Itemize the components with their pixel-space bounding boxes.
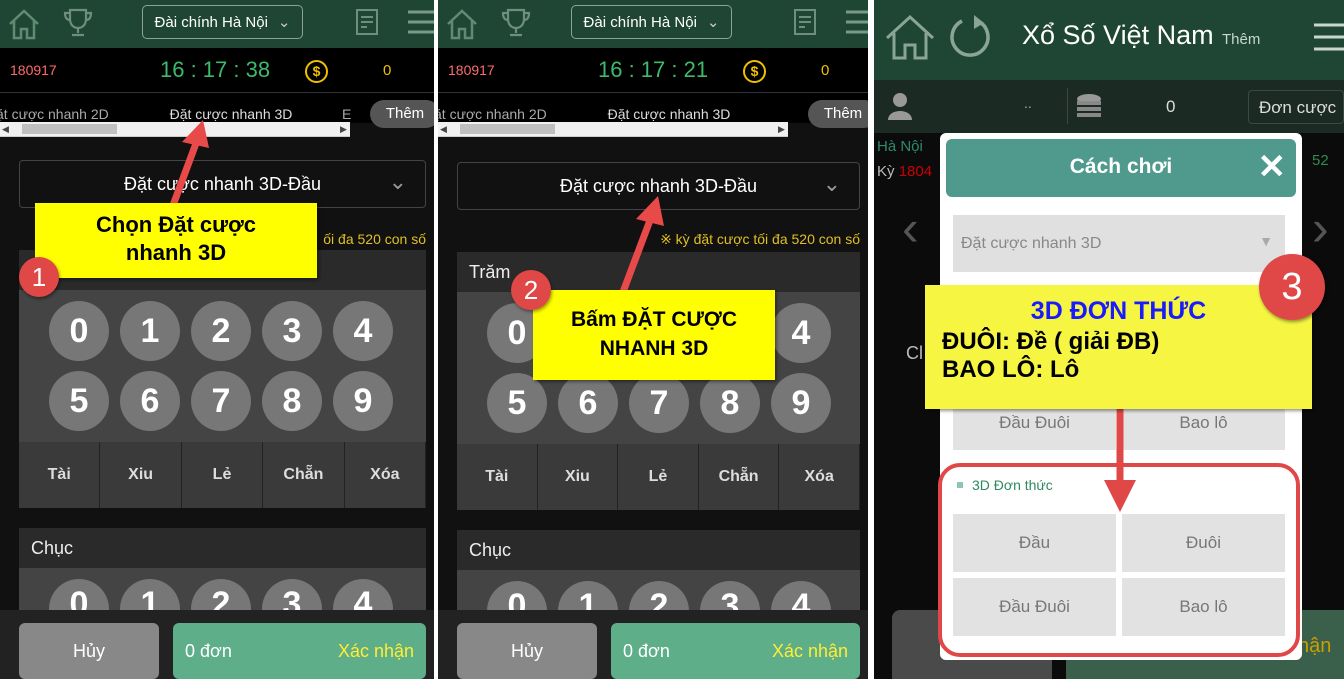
step3-screen: Xổ Số Việt Nam Thêm .. 0 Đơn cược Hà Nội… — [874, 0, 1344, 679]
arrowhead-icon — [182, 120, 209, 148]
callout-line: BAO LÔ: Lô — [942, 356, 1080, 383]
step-badge: 3 — [1259, 254, 1325, 320]
arrowhead-icon — [636, 196, 664, 226]
callout-text: Bấm ĐẶT CƯỢC NHANH 3D — [570, 308, 737, 360]
callout-title: 3D ĐƠN THỨC — [1030, 297, 1207, 325]
callout-line: ĐUÔI: Đề ( giải ĐB) — [942, 328, 1160, 355]
callout-step1: Chọn Đặt cược nhanh 3D — [35, 203, 317, 278]
callout-step2: Bấm ĐẶT CƯỢC NHANH 3D — [533, 290, 775, 380]
arrow-step2 — [616, 213, 656, 302]
arrow-step1 — [168, 136, 202, 210]
arrowhead-icon — [1104, 480, 1136, 512]
step-badge: 2 — [511, 270, 551, 310]
callout-text: Chọn Đặt cược nhanh 3D — [96, 212, 256, 265]
step-badge: 1 — [19, 257, 59, 297]
callout-step3: 3D ĐƠN THỨC ĐUÔI: Đề ( giải ĐB) BAO LÔ: … — [925, 285, 1312, 409]
